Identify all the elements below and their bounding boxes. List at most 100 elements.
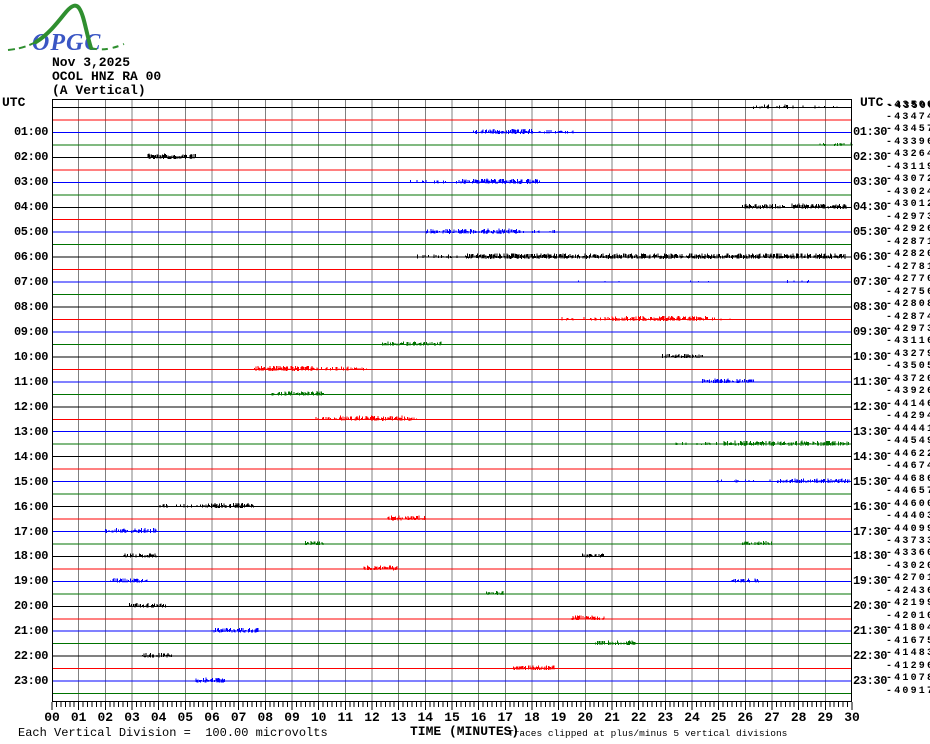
- utc-label-right: UTC: [860, 95, 884, 110]
- trace-event-signal: [819, 142, 853, 146]
- trace-value-label: -44441: [886, 423, 930, 435]
- trace-value-label: -42871: [886, 236, 930, 248]
- left-time-label: 08:00: [13, 300, 48, 314]
- minute-label: 11: [337, 710, 354, 725]
- right-time-label: 15:30: [853, 474, 888, 489]
- helicorder-plot: [51, 99, 853, 710]
- right-time-label: 18:30: [853, 549, 888, 564]
- right-time-label: 01:30: [853, 125, 888, 140]
- minute-label: 07: [230, 710, 247, 725]
- minute-label: 13: [390, 710, 407, 725]
- trace-value-label: -44657: [886, 486, 930, 498]
- station-line: OCOL HNZ RA 00: [52, 69, 162, 84]
- left-time-label: 15:00: [13, 474, 48, 489]
- trace-value-label: -44403: [886, 511, 930, 522]
- right-time-label: 03:30: [853, 175, 888, 190]
- trace-value-label: -44600: [886, 498, 930, 510]
- date-line: Nov 3,2025: [52, 55, 131, 70]
- trace-event-signal: [128, 603, 167, 608]
- trace-event-signal: [147, 153, 196, 159]
- trace-event-signal: [142, 652, 172, 658]
- trace-value-label: -44622: [886, 448, 930, 460]
- left-time-label: 22:00: [13, 649, 48, 664]
- trace-event-signal: [561, 315, 731, 322]
- minute-label: 12: [364, 710, 380, 725]
- right-time-label: 08:30: [853, 300, 888, 314]
- trace-event-signal: [304, 541, 772, 546]
- trace-value-label: -42781: [886, 261, 930, 273]
- trace-event-signal: [195, 677, 226, 683]
- trace-event-signal: [387, 515, 426, 521]
- trace-event-signal: [425, 228, 555, 234]
- trace-value-label: -42436: [886, 585, 930, 597]
- trace-value-label: -43119: [886, 161, 930, 173]
- minute-label: 10: [310, 710, 327, 725]
- left-time-label: 05:00: [13, 225, 48, 240]
- helicorder-screen: OPGC Nov 3,2025 OCOL HNZ RA 00 (A Vertic…: [0, 0, 930, 744]
- minute-label: 16: [470, 710, 487, 725]
- right-time-label: 22:30: [853, 649, 888, 664]
- minute-label: 14: [417, 710, 434, 725]
- trace-value-label: -42770: [886, 274, 930, 286]
- left-time-label: 13:00: [13, 424, 48, 439]
- left-time-label: 01:00: [13, 125, 48, 140]
- minute-label: 27: [764, 710, 780, 725]
- trace-value-label: -43457: [886, 124, 930, 136]
- trace-event-signal: [110, 578, 759, 583]
- minute-label: 26: [737, 710, 754, 725]
- minute-label: 24: [684, 710, 700, 725]
- left-time-label: 02:00: [13, 150, 48, 165]
- trace-event-signal: [752, 104, 838, 109]
- minute-label: 05: [177, 710, 194, 725]
- left-time-label: 12:00: [13, 399, 48, 414]
- trace-value-label: -42010: [886, 610, 930, 622]
- trace-value-label: -42926: [886, 224, 930, 236]
- trace-event-signal: [716, 478, 850, 483]
- right-time-label: 06:30: [853, 250, 888, 265]
- right-time-label: 20:30: [853, 599, 888, 614]
- trace-value-label: -42199: [886, 598, 930, 610]
- right-time-label: 09:30: [853, 325, 888, 339]
- minute-label: 30: [844, 710, 860, 725]
- x-axis-title: TIME (MINUTES): [410, 724, 520, 739]
- trace-value-label: -43500: [886, 99, 930, 111]
- minute-label: 21: [604, 710, 620, 725]
- right-time-label: 10:30: [853, 349, 888, 364]
- trace-value-label: -43396: [886, 136, 930, 148]
- trace-value-label: -41675: [886, 635, 930, 647]
- left-time-label: 04:00: [13, 200, 48, 215]
- left-time-label: 18:00: [13, 549, 48, 564]
- trace-value-label: -40917: [886, 685, 930, 697]
- minute-label: 04: [150, 710, 167, 725]
- minute-label: 06: [204, 710, 220, 725]
- trace-value-label: -41483: [886, 648, 930, 660]
- trace-value-label: -43116: [886, 336, 930, 348]
- trace-event-signal: [382, 341, 442, 346]
- right-time-label: 16:30: [853, 499, 888, 514]
- right-time-label: 05:30: [853, 225, 888, 240]
- utc-label-left: UTC: [2, 95, 26, 110]
- trace-value-label: -43024: [886, 186, 930, 198]
- trace-value-label: -44099: [886, 523, 930, 535]
- left-time-label: 20:00: [13, 599, 48, 614]
- left-time-label: 03:00: [13, 175, 48, 190]
- minute-label: 02: [97, 710, 114, 725]
- right-time-label: 02:30: [853, 150, 888, 165]
- trace-event-signal: [409, 178, 541, 184]
- trace-event-signal: [211, 627, 260, 633]
- left-time-label: 16:00: [13, 499, 48, 514]
- trace-value-label: -42973: [886, 324, 930, 335]
- trace-value-label: -42756: [886, 286, 930, 298]
- left-time-label: 11:00: [13, 374, 48, 389]
- right-time-label: 23:30: [853, 674, 888, 689]
- scale-note: Each Vertical Division = 100.00 microvol…: [18, 726, 328, 740]
- trace-value-label: -41804: [886, 623, 930, 635]
- trace-event-signal: [417, 253, 846, 259]
- clip-note: Traces clipped at plus/minus 5 vertical …: [508, 728, 788, 739]
- trace-event-signal: [159, 502, 254, 509]
- left-time-label: 10:00: [13, 349, 48, 364]
- minute-label: 03: [124, 710, 140, 725]
- minute-label: 23: [657, 710, 674, 725]
- opgc-logo: OPGC: [7, 3, 125, 56]
- minute-label: 19: [550, 710, 567, 725]
